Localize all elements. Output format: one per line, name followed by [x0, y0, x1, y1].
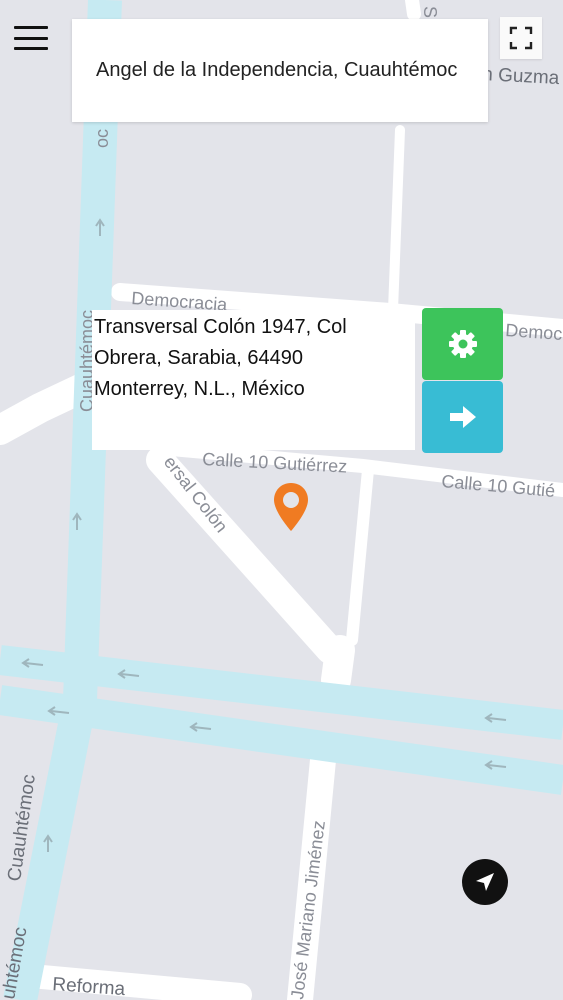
street-label-top: S [420, 6, 440, 18]
street-label-guzman: n Guzma [482, 64, 561, 89]
address-line: Monterrey, N.L., México [94, 378, 305, 400]
search-input[interactable] [96, 59, 464, 82]
fullscreen-icon [509, 26, 533, 50]
street-label-democracia-right: Democ [505, 320, 563, 344]
menu-button[interactable] [12, 22, 50, 54]
navigation-arrow-icon [476, 873, 494, 891]
search-box[interactable] [72, 19, 488, 122]
menu-icon-line [14, 26, 48, 29]
map-pin-icon[interactable] [271, 481, 311, 533]
menu-icon-line [14, 47, 48, 50]
address-line: Obrera, Sarabia, 64490 [94, 347, 304, 369]
street-label-cuauhtemoc-top: oc [92, 129, 112, 148]
address-line: Transversal Colón 1947, Col [94, 316, 347, 338]
directions-button[interactable] [422, 381, 503, 453]
settings-button[interactable] [422, 308, 503, 380]
gear-icon [448, 330, 477, 358]
fullscreen-button[interactable] [500, 17, 542, 59]
menu-icon-line [14, 36, 48, 40]
address-card: Transversal Colón 1947, Col Obrera, Sara… [92, 310, 415, 450]
arrow-right-icon [449, 406, 476, 428]
locate-button[interactable] [462, 859, 508, 905]
